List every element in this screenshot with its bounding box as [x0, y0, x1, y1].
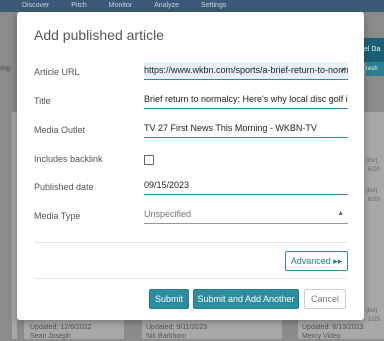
published-date-value: 09/15/2023 — [144, 180, 190, 190]
divider — [34, 278, 347, 279]
nav-monitor: Monitor — [108, 2, 133, 9]
backlink-checkbox[interactable] — [144, 155, 154, 165]
background-nav: Discover Pitch Monitor Analyze Settings — [0, 0, 384, 12]
article-url-input[interactable]: https://www.wkbn.com/sports/a-brief-retu… — [144, 62, 348, 80]
caret-up-icon: ▲ — [337, 210, 344, 217]
nav-discover: Discover — [22, 2, 50, 9]
title-input[interactable]: Brief return to normalcy: Here's why loc… — [144, 91, 348, 109]
media-outlet-input[interactable]: TV 27 First News This Morning - WKBN-TV — [144, 120, 348, 138]
cancel-button[interactable]: Cancel — [304, 289, 346, 309]
nav-analyze: Analyze — [154, 2, 180, 9]
bg-meta: 6/20 — [368, 167, 380, 173]
card-updated: Updated: 9/11/2023 — [146, 324, 207, 331]
media-type-value: Unspecified — [144, 209, 192, 219]
bg-meta: (list) — [366, 308, 378, 314]
card-author: Sean Joseph — [30, 333, 71, 340]
background-refresh: resh — [366, 62, 384, 76]
submit-button[interactable]: Submit — [149, 289, 189, 309]
submit-and-add-button[interactable]: Submit and Add Another — [193, 289, 299, 309]
background-label: ring — [0, 66, 11, 72]
divider — [34, 242, 347, 243]
media-type-select[interactable]: Unspecified ▲ — [144, 206, 348, 224]
check-icon: ✓ — [339, 65, 347, 75]
published-date-label: Published date — [34, 182, 94, 192]
nav-settings: Settings — [201, 2, 227, 9]
bg-meta: (list) — [366, 188, 378, 194]
article-url-label: Article URL — [34, 67, 80, 77]
media-outlet-label: Media Outlet — [34, 125, 86, 135]
media-outlet-value: TV 27 First News This Morning - WKBN-TV — [144, 123, 317, 133]
title-label: Title — [34, 96, 51, 106]
advanced-button[interactable]: Advanced ▸▸ — [285, 251, 348, 271]
card-author: Mercy Video — [302, 333, 341, 340]
article-url-value: https://www.wkbn.com/sports/a-brief-retu… — [144, 65, 348, 75]
card-author: Nik Barkhom — [146, 333, 187, 340]
nav-pitch: Pitch — [71, 2, 87, 9]
bg-meta: 6/20 — [368, 197, 380, 203]
media-type-label: Media Type — [34, 211, 81, 221]
bg-meta: 1/25 — [368, 317, 380, 323]
backlink-label: Includes backlink — [34, 154, 103, 164]
add-article-dialog: Add published article Article URL https:… — [17, 12, 364, 320]
card-updated: Updated: 12/6/2022 — [30, 324, 92, 331]
published-date-input[interactable]: 09/15/2023 — [144, 177, 348, 195]
card-updated: Updated: 6/13/2023 — [302, 324, 364, 331]
bg-meta: (list) — [366, 158, 378, 164]
title-value: Brief return to normalcy: Here's why loc… — [144, 94, 348, 104]
background-button: el Da — [364, 38, 384, 62]
dialog-title: Add published article — [34, 27, 164, 43]
